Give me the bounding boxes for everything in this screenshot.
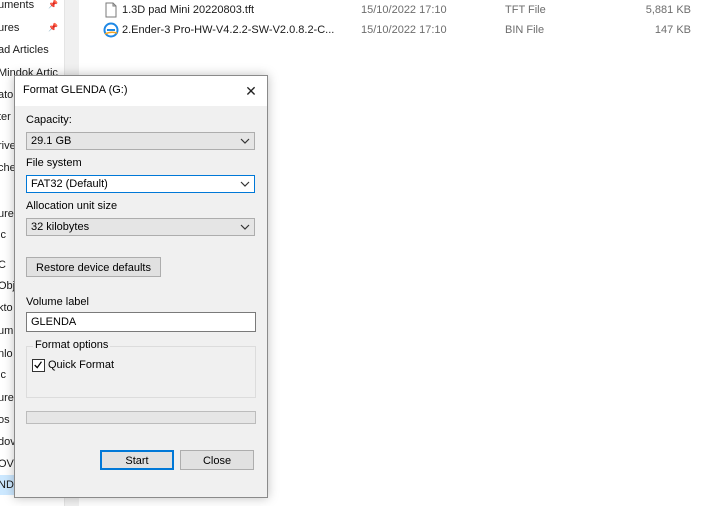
- sidebar-item[interactable]: ter: [0, 107, 11, 127]
- sidebar-item-label: ad Articles: [0, 44, 49, 56]
- sidebar-item-label: ure: [0, 208, 14, 220]
- sidebar-item-label: os: [0, 414, 10, 426]
- file-system-select[interactable]: FAT32 (Default): [26, 175, 255, 193]
- pin-icon: 📌: [48, 23, 58, 32]
- capacity-label: Capacity:: [26, 114, 72, 126]
- sidebar-item[interactable]: ad Articles: [0, 40, 49, 60]
- quick-format-checkbox[interactable]: [32, 359, 45, 372]
- sidebar-item-label: ic: [0, 369, 6, 381]
- sidebar-item[interactable]: ure: [0, 388, 14, 408]
- sidebar-item-label: um: [0, 325, 14, 337]
- edge-icon: [103, 22, 119, 38]
- chevron-down-icon: [240, 224, 250, 230]
- sidebar-item[interactable]: ic: [0, 365, 6, 385]
- capacity-select[interactable]: 29.1 GB: [26, 132, 255, 150]
- volume-label-label: Volume label: [26, 296, 89, 308]
- format-options-label: Format options: [33, 339, 111, 351]
- sidebar-item-label: ic: [0, 229, 6, 241]
- file-name: 2.Ender-3 Pro-HW-V4.2.2-SW-V2.0.8.2-C...: [122, 24, 335, 36]
- sidebar-item-label: C: [0, 259, 6, 271]
- close-icon[interactable]: ✕: [235, 76, 267, 106]
- file-name: 1.3D pad Mini 20220803.tft: [122, 4, 255, 16]
- sidebar-item-label: nlo: [0, 348, 13, 360]
- sidebar-item[interactable]: Obj: [0, 276, 15, 296]
- chevron-down-icon: [240, 138, 250, 144]
- allocation-unit-select[interactable]: 32 kilobytes: [26, 218, 255, 236]
- file-system-value: FAT32 (Default): [31, 178, 108, 190]
- sidebar-item[interactable]: ure: [0, 204, 14, 224]
- sidebar-item-label: ure: [0, 392, 14, 404]
- file-row-tft[interactable]: 1.3D pad Mini 20220803.tft 15/10/2022 17…: [100, 0, 710, 20]
- sidebar-item[interactable]: C: [0, 255, 6, 275]
- checkmark-icon: [34, 361, 42, 369]
- sidebar-item[interactable]: uments 📌: [0, 0, 58, 15]
- sidebar-item[interactable]: ures 📌: [0, 18, 58, 38]
- volume-label-value: GLENDA: [31, 316, 77, 328]
- close-button[interactable]: Close: [180, 450, 254, 470]
- file-type: TFT File: [505, 4, 546, 16]
- dialog-title-bar[interactable]: Format GLENDA (G:) ✕: [15, 76, 267, 106]
- file-row-bin[interactable]: 2.Ender-3 Pro-HW-V4.2.2-SW-V2.0.8.2-C...…: [100, 20, 710, 40]
- sidebar-item-label: uments: [0, 0, 35, 11]
- sidebar-item[interactable]: um: [0, 321, 13, 341]
- start-button[interactable]: Start: [100, 450, 174, 470]
- capacity-value: 29.1 GB: [31, 135, 72, 147]
- sidebar-item-label: ures: [0, 22, 20, 34]
- sidebar-item-label: OV: [0, 458, 14, 470]
- sidebar-item-label: ter: [0, 111, 11, 123]
- sidebar-item[interactable]: OV: [0, 454, 14, 474]
- file-date: 15/10/2022 17:10: [361, 4, 447, 16]
- sidebar-item[interactable]: ic: [0, 225, 6, 245]
- file-size: 5,881 KB: [645, 4, 691, 16]
- volume-label-input[interactable]: GLENDA: [26, 312, 256, 332]
- file-date: 15/10/2022 17:10: [361, 24, 447, 36]
- sidebar-item-label: ato: [0, 89, 14, 101]
- chevron-down-icon: [240, 181, 250, 187]
- file-system-label: File system: [26, 157, 82, 169]
- sidebar-item[interactable]: ato: [0, 85, 13, 105]
- sidebar-item-label: kto: [0, 302, 13, 314]
- dialog-title: Format GLENDA (G:): [23, 84, 128, 96]
- sidebar-item-label: ND: [0, 479, 14, 491]
- pin-icon: 📌: [48, 0, 58, 9]
- sidebar-item-label: Obj: [0, 280, 16, 292]
- sidebar-item[interactable]: kto: [0, 298, 13, 318]
- file-size: 147 KB: [654, 24, 691, 36]
- document-icon: [105, 2, 117, 18]
- file-type: BIN File: [505, 24, 545, 36]
- format-dialog: Format GLENDA (G:) ✕ Capacity: 29.1 GB F…: [14, 75, 268, 498]
- restore-defaults-button[interactable]: Restore device defaults: [26, 257, 161, 277]
- allocation-unit-value: 32 kilobytes: [31, 221, 90, 233]
- format-progress-bar: [26, 411, 256, 424]
- format-options-group: [26, 346, 256, 398]
- quick-format-label: Quick Format: [48, 359, 115, 371]
- sidebar-item[interactable]: os: [0, 410, 10, 430]
- allocation-unit-label: Allocation unit size: [26, 200, 118, 212]
- sidebar-item[interactable]: nlo: [0, 344, 13, 364]
